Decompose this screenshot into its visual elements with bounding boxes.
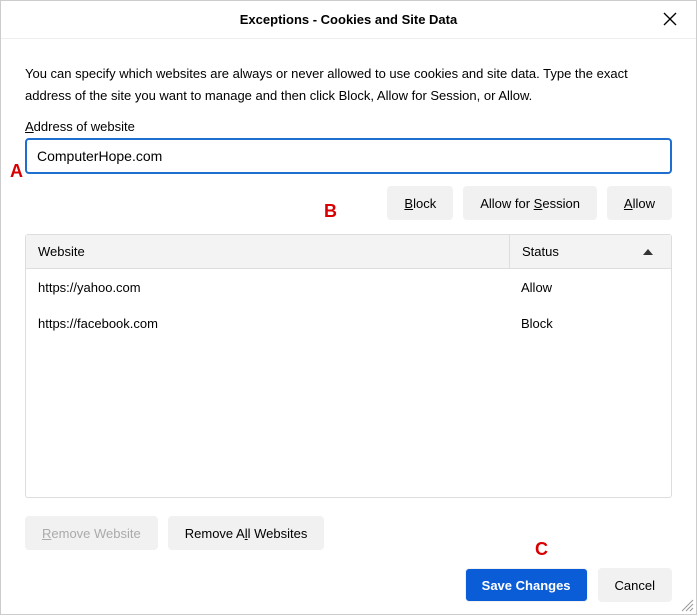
dialog-content: You can specify which websites are alway…	[1, 39, 696, 614]
remove-website-button: Remove Website	[25, 516, 158, 550]
cell-website: https://yahoo.com	[26, 280, 509, 295]
titlebar: Exceptions - Cookies and Site Data	[1, 1, 696, 39]
remove-all-websites-button[interactable]: Remove All Websites	[168, 516, 325, 550]
column-header-website[interactable]: Website	[26, 235, 509, 268]
exceptions-table: Website Status https://yahoo.comAllowhtt…	[25, 234, 672, 498]
address-input[interactable]	[25, 138, 672, 174]
allow-button[interactable]: Allow	[607, 186, 672, 220]
table-row[interactable]: https://facebook.comBlock	[26, 305, 671, 341]
footer-button-row: Save Changes Cancel	[25, 568, 672, 602]
description-text: You can specify which websites are alway…	[25, 63, 672, 107]
table-row[interactable]: https://yahoo.comAllow	[26, 269, 671, 305]
cell-website: https://facebook.com	[26, 316, 509, 331]
cell-status: Block	[509, 316, 671, 331]
cancel-button[interactable]: Cancel	[598, 568, 672, 602]
column-header-status-label: Status	[522, 244, 559, 259]
action-button-row: Block Allow for Session Allow	[25, 186, 672, 220]
cell-status: Allow	[509, 280, 671, 295]
block-button[interactable]: Block	[387, 186, 453, 220]
resize-grip-icon[interactable]	[678, 596, 694, 612]
close-button[interactable]	[648, 1, 692, 37]
table-header: Website Status	[26, 235, 671, 269]
address-label: Address of website	[25, 119, 672, 134]
remove-button-row: Remove Website Remove All Websites	[25, 516, 672, 550]
table-body: https://yahoo.comAllowhttps://facebook.c…	[26, 269, 671, 497]
dialog-title: Exceptions - Cookies and Site Data	[240, 12, 457, 27]
allow-for-session-button[interactable]: Allow for Session	[463, 186, 597, 220]
sort-ascending-icon	[643, 249, 653, 255]
close-icon	[663, 12, 677, 26]
column-header-status[interactable]: Status	[509, 235, 671, 268]
save-changes-button[interactable]: Save Changes	[465, 568, 588, 602]
exceptions-dialog: Exceptions - Cookies and Site Data You c…	[0, 0, 697, 615]
